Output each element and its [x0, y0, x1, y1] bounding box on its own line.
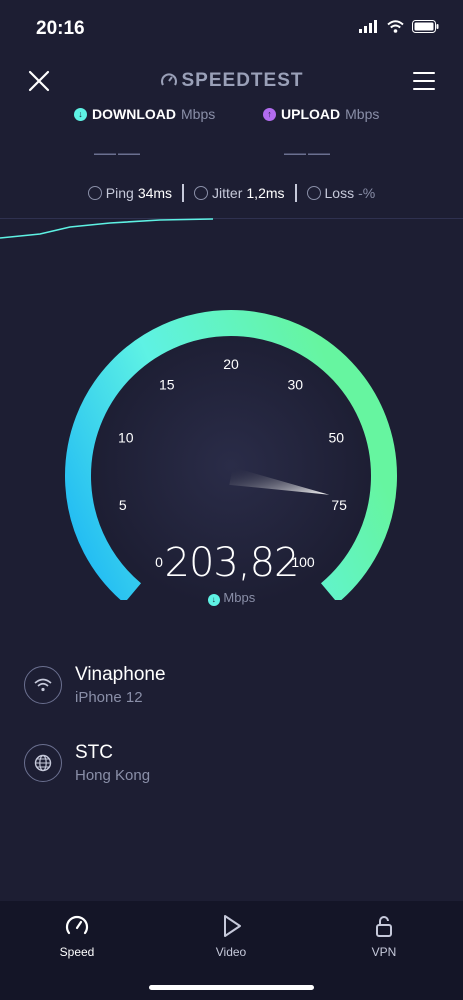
status-time: 20:16 [36, 18, 85, 39]
upload-arrow-icon: ↑ [263, 107, 276, 121]
home-indicator [149, 985, 314, 990]
server-name: STC [75, 742, 113, 763]
download-progress-graph [0, 218, 214, 239]
stats-row: Ping 34ms Jitter 1,2ms Loss -% [0, 184, 463, 202]
ping-icon [87, 186, 102, 200]
device-name: iPhone 12 [75, 689, 143, 706]
tab-vpn[interactable]: VPN [344, 913, 424, 959]
upload-value: —— [284, 140, 332, 165]
tab-speed-label: Speed [59, 945, 95, 959]
speed-unit: ↓ Mbps [0, 590, 463, 606]
speedtest-logo-icon [160, 73, 177, 86]
loss-icon [306, 186, 321, 200]
server-info[interactable]: STC Hong Kong [24, 742, 150, 784]
divider [294, 184, 297, 202]
upload-metric: ↑ UPLOAD Mbps [263, 106, 379, 122]
battery-icon [412, 20, 439, 33]
divider [182, 184, 185, 202]
app-logo: SPEEDTEST [0, 70, 463, 92]
play-icon [224, 915, 241, 937]
current-speed: 203,82 [164, 540, 300, 586]
loss-label: Loss [324, 185, 355, 201]
ping-value: 34ms [137, 185, 173, 201]
download-value: —— [94, 140, 142, 165]
download-arrow-icon: ↓ [74, 107, 87, 121]
server-location: Hong Kong [75, 767, 151, 784]
wifi-icon [24, 666, 62, 704]
jitter-label: Jitter [212, 185, 243, 201]
loss-value: -% [358, 185, 376, 201]
speed-gauge-icon [65, 915, 89, 935]
upload-label: UPLOAD [281, 106, 341, 122]
tab-speed[interactable]: Speed [37, 913, 117, 959]
globe-icon [24, 744, 62, 782]
menu-icon[interactable] [413, 72, 435, 96]
tab-vpn-label: VPN [371, 945, 397, 959]
app-title: SPEEDTEST [181, 70, 304, 91]
jitter-value: 1,2ms [246, 185, 285, 201]
ping-label: Ping [105, 185, 134, 201]
wifi-icon [387, 20, 404, 33]
provider-name: Vinaphone [75, 664, 166, 685]
download-arrow-icon: ↓ [207, 593, 220, 606]
jitter-icon [194, 186, 209, 200]
download-unit: Mbps [181, 106, 216, 122]
gauge-tick-label: 50 [328, 430, 344, 446]
speed-unit-label: Mbps [223, 590, 256, 605]
signal-icon [359, 20, 377, 33]
gauge-tick-label: 5 [119, 497, 127, 513]
download-label: DOWNLOAD [92, 106, 176, 122]
upload-unit: Mbps [345, 106, 380, 122]
gauge-tick-label: 15 [159, 376, 175, 392]
gauge-tick-label: 30 [287, 376, 303, 392]
download-metric: ↓ DOWNLOAD Mbps [74, 106, 215, 122]
provider-info[interactable]: Vinaphone iPhone 12 [24, 664, 166, 706]
lock-icon [376, 916, 392, 937]
gauge-tick-label: 10 [118, 430, 134, 446]
tab-video-label: Video [215, 945, 247, 959]
status-icons [359, 20, 439, 33]
gauge-tick-label: 75 [331, 497, 347, 513]
tab-video[interactable]: Video [191, 913, 271, 959]
gauge-tick-label: 20 [223, 356, 239, 372]
